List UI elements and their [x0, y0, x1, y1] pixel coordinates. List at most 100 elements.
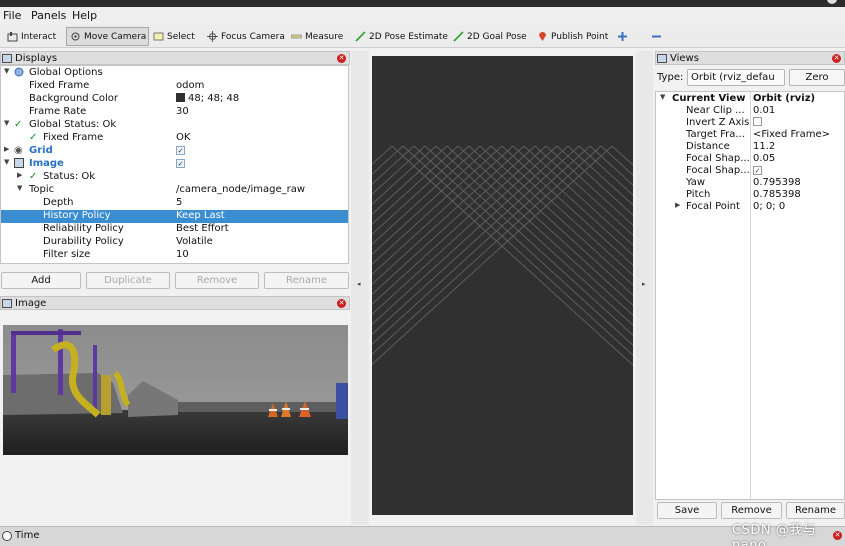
- rename-display-button[interactable]: Rename: [264, 272, 349, 289]
- pose-estimate-tool[interactable]: 2D Pose Estimate: [352, 27, 448, 46]
- view-prop-row[interactable]: Focal Shap... 0.05: [656, 153, 844, 165]
- tree-row-fixed-frame-status[interactable]: ✓ Fixed Frame OK: [1, 132, 348, 145]
- globe-icon: [14, 67, 24, 80]
- view-prop-row[interactable]: Target Fra... <Fixed Frame>: [656, 129, 844, 141]
- pose-estimate-label: 2D Pose Estimate: [369, 31, 448, 42]
- zero-button[interactable]: Zero: [789, 69, 845, 86]
- move-camera-tool[interactable]: Move Camera: [66, 27, 149, 46]
- invert-z-checkbox[interactable]: [753, 117, 762, 129]
- view-prop-key: Focal Shap...: [686, 153, 750, 164]
- select-box-icon: [153, 31, 164, 42]
- menu-help[interactable]: Help: [72, 9, 97, 22]
- tree-row-frame-rate[interactable]: Frame Rate 30: [1, 106, 348, 119]
- tree-value[interactable]: 48; 48; 48: [176, 93, 239, 104]
- menu-panels[interactable]: Panels: [31, 9, 66, 22]
- tree-value[interactable]: Keep Last: [176, 210, 225, 221]
- expand-arrow-icon[interactable]: ▶: [4, 145, 9, 153]
- image-panel-icon: [2, 299, 12, 308]
- tree-row-reliability-policy[interactable]: Reliability Policy Best Effort: [1, 223, 348, 236]
- collapse-left-icon[interactable]: ◂: [357, 280, 361, 288]
- publish-point-tool[interactable]: Publish Point: [534, 27, 608, 46]
- view-prop-value[interactable]: <Fixed Frame>: [753, 129, 830, 140]
- view-prop-key: Pitch: [686, 189, 711, 200]
- remove-tool-button[interactable]: [648, 27, 668, 46]
- tree-row-depth[interactable]: Depth 5: [1, 197, 348, 210]
- view-prop-row[interactable]: Near Clip ... 0.01: [656, 105, 844, 117]
- menu-file[interactable]: File: [3, 9, 21, 22]
- tree-value[interactable]: 5: [176, 197, 182, 208]
- view-prop-row[interactable]: Invert Z Axis: [656, 117, 844, 129]
- view-prop-row[interactable]: Focal Shap... ✓: [656, 165, 844, 177]
- image-display-icon: [14, 158, 24, 171]
- expand-arrow-icon[interactable]: ▶: [675, 201, 680, 209]
- collapse-arrow-icon[interactable]: ▼: [4, 119, 9, 127]
- remove-view-button[interactable]: Remove: [721, 502, 782, 519]
- collapse-right-icon[interactable]: ▸: [642, 280, 646, 288]
- select-tool[interactable]: Select: [150, 27, 202, 46]
- tree-value[interactable]: /camera_node/image_raw: [176, 184, 305, 195]
- add-display-button[interactable]: Add: [1, 272, 81, 289]
- tree-row-history-policy[interactable]: History Policy Keep Last: [1, 210, 348, 223]
- goal-pose-tool[interactable]: 2D Goal Pose: [450, 27, 530, 46]
- view-prop-value[interactable]: 0.795398: [753, 177, 801, 188]
- view-prop-key: Distance: [686, 141, 730, 152]
- right-splitter[interactable]: ▸: [636, 51, 653, 525]
- tree-row-image[interactable]: ▼ Image ✓: [1, 158, 348, 171]
- tree-row-image-status[interactable]: ▶ ✓ Status: Ok: [1, 171, 348, 184]
- collapse-arrow-icon[interactable]: ▼: [4, 158, 9, 166]
- rename-view-button[interactable]: Rename: [786, 502, 845, 519]
- left-splitter[interactable]: ◂: [351, 51, 369, 525]
- view-prop-value[interactable]: 0.785398: [753, 189, 801, 200]
- tree-key: Frame Rate: [29, 106, 87, 117]
- render-viewport[interactable]: [372, 56, 633, 515]
- tree-row-global-status[interactable]: ▼ ✓ Global Status: Ok: [1, 119, 348, 132]
- image-enabled-checkbox[interactable]: ✓: [176, 158, 185, 169]
- tree-row-fixed-frame[interactable]: Fixed Frame odom: [1, 80, 348, 93]
- view-type-select[interactable]: Orbit (rviz_defau: [687, 69, 785, 86]
- view-prop-value[interactable]: 0.01: [753, 105, 775, 116]
- tree-value[interactable]: Best Effort: [176, 223, 229, 234]
- tree-row-global-options[interactable]: ▼ Global Options: [1, 67, 348, 80]
- focus-camera-tool[interactable]: Focus Camera: [204, 27, 285, 46]
- close-icon[interactable]: ✕: [832, 54, 841, 63]
- remove-display-button[interactable]: Remove: [175, 272, 259, 289]
- measure-tool[interactable]: Measure: [288, 27, 350, 46]
- duplicate-display-button[interactable]: Duplicate: [86, 272, 170, 289]
- collapse-arrow-icon[interactable]: ▼: [660, 93, 665, 101]
- save-view-button[interactable]: Save: [657, 502, 717, 519]
- image-panel-title: Image: [15, 297, 47, 309]
- collapse-arrow-icon[interactable]: ▼: [17, 184, 22, 192]
- view-prop-value[interactable]: 0.05: [753, 153, 775, 164]
- view-prop-value[interactable]: 0; 0; 0: [753, 201, 785, 212]
- view-prop-row[interactable]: Distance 11.2: [656, 141, 844, 153]
- expand-arrow-icon[interactable]: ▶: [17, 171, 22, 179]
- close-icon[interactable]: ✕: [337, 54, 346, 63]
- tree-value[interactable]: 10: [176, 249, 189, 260]
- window-control-icon[interactable]: [827, 0, 837, 4]
- tree-row-background-color[interactable]: Background Color 48; 48; 48: [1, 93, 348, 106]
- add-tool-button[interactable]: [614, 27, 630, 46]
- tree-row-filter-size[interactable]: Filter size 10: [1, 249, 348, 262]
- focal-shape-checkbox[interactable]: ✓: [753, 165, 762, 176]
- collapse-arrow-icon[interactable]: ▼: [4, 67, 9, 75]
- grid-line: [391, 145, 633, 366]
- tree-value[interactable]: 30: [176, 106, 189, 117]
- map-pin-icon: [537, 31, 548, 42]
- grid-enabled-checkbox[interactable]: ✓: [176, 145, 185, 156]
- grid-line: [413, 145, 633, 346]
- view-prop-row[interactable]: ▶ Focal Point 0; 0; 0: [656, 201, 844, 213]
- tree-value[interactable]: Volatile: [176, 236, 213, 247]
- interact-tool[interactable]: Interact: [4, 27, 65, 46]
- tree-row-topic[interactable]: ▼ Topic /camera_node/image_raw: [1, 184, 348, 197]
- view-prop-value[interactable]: 11.2: [753, 141, 775, 152]
- displays-tree: ▼ Global Options Fixed Frame odom Backgr…: [0, 65, 349, 264]
- view-prop-row[interactable]: Pitch 0.785398: [656, 189, 844, 201]
- close-icon[interactable]: ✕: [337, 299, 346, 308]
- view-prop-row[interactable]: Yaw 0.795398: [656, 177, 844, 189]
- tree-row-grid[interactable]: ▶ ◉ Grid ✓: [1, 145, 348, 158]
- current-view-row[interactable]: ▼ Current View Orbit (rviz): [656, 93, 844, 105]
- tree-row-durability-policy[interactable]: Durability Policy Volatile: [1, 236, 348, 249]
- crosshair-icon: [207, 31, 218, 42]
- tree-value[interactable]: odom: [176, 80, 204, 91]
- time-panel-header: Time ✕: [0, 526, 845, 546]
